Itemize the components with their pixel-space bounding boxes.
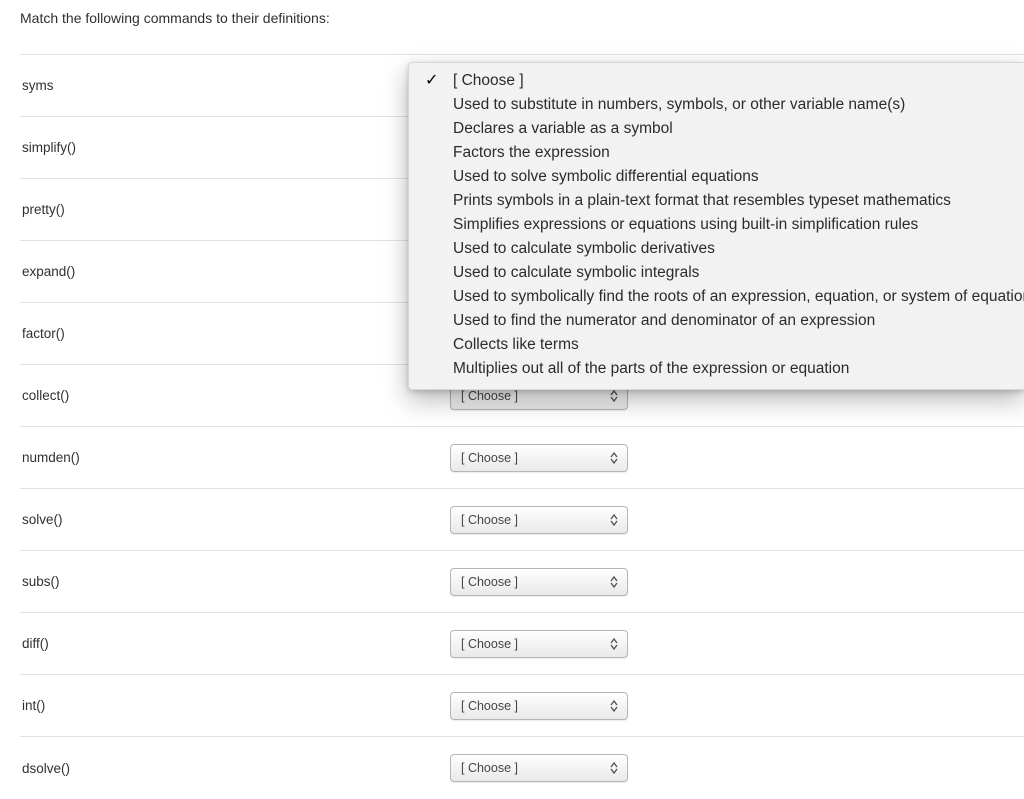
updown-icon xyxy=(608,511,619,529)
dropdown-option[interactable]: Simplifies expressions or equations usin… xyxy=(409,213,1024,237)
dropdown-option[interactable]: Used to find the numerator and denominat… xyxy=(409,309,1024,333)
dropdown-option[interactable]: Collects like terms xyxy=(409,333,1024,357)
check-icon: ✓ xyxy=(425,71,438,91)
term-label: dsolve() xyxy=(20,761,450,776)
match-row: int() [ Choose ] xyxy=(20,675,1024,737)
term-label: expand() xyxy=(20,264,450,279)
dropdown-option-label: Simplifies expressions or equations usin… xyxy=(453,216,918,233)
dropdown-option-label: [ Choose ] xyxy=(453,72,524,89)
dropdown-option-label: Multiplies out all of the parts of the e… xyxy=(453,360,849,377)
dropdown-option-label: Declares a variable as a symbol xyxy=(453,120,673,137)
choose-select[interactable]: [ Choose ] xyxy=(450,506,628,534)
term-label: subs() xyxy=(20,574,450,589)
updown-icon xyxy=(608,449,619,467)
term-label: syms xyxy=(20,78,450,93)
choose-select-label: [ Choose ] xyxy=(461,575,608,589)
dropdown-option-label: Used to symbolically find the roots of a… xyxy=(453,288,1024,305)
dropdown-option[interactable]: Prints symbols in a plain-text format th… xyxy=(409,189,1024,213)
updown-icon xyxy=(608,697,619,715)
choose-select-label: [ Choose ] xyxy=(461,761,608,775)
term-label: simplify() xyxy=(20,140,450,155)
updown-icon xyxy=(608,635,619,653)
match-row: subs() [ Choose ] xyxy=(20,551,1024,613)
question-text: Match the following commands to their de… xyxy=(20,10,1024,26)
choose-select-label: [ Choose ] xyxy=(461,389,608,403)
dropdown-option-label: Used to solve symbolic differential equa… xyxy=(453,168,759,185)
term-label: numden() xyxy=(20,450,450,465)
match-row: numden() [ Choose ] xyxy=(20,427,1024,489)
choose-select-label: [ Choose ] xyxy=(461,451,608,465)
dropdown-option-label: Used to calculate symbolic derivatives xyxy=(453,240,715,257)
term-label: collect() xyxy=(20,388,450,403)
dropdown-option[interactable]: Used to calculate symbolic derivatives xyxy=(409,237,1024,261)
choose-select[interactable]: [ Choose ] xyxy=(450,692,628,720)
dropdown-option[interactable]: ✓ [ Choose ] xyxy=(409,69,1024,93)
term-label: solve() xyxy=(20,512,450,527)
dropdown-option-label: Used to calculate symbolic integrals xyxy=(453,264,699,281)
choose-select[interactable]: [ Choose ] xyxy=(450,754,628,782)
dropdown-option[interactable]: Used to calculate symbolic integrals xyxy=(409,261,1024,285)
match-row: solve() [ Choose ] xyxy=(20,489,1024,551)
dropdown-option[interactable]: Used to symbolically find the roots of a… xyxy=(409,285,1024,309)
dropdown-option[interactable]: Used to solve symbolic differential equa… xyxy=(409,165,1024,189)
choose-select-label: [ Choose ] xyxy=(461,637,608,651)
dropdown-option-label: Collects like terms xyxy=(453,336,579,353)
dropdown-option[interactable]: Declares a variable as a symbol xyxy=(409,117,1024,141)
updown-icon xyxy=(608,759,619,777)
dropdown-option[interactable]: Multiplies out all of the parts of the e… xyxy=(409,357,1024,381)
choose-select[interactable]: [ Choose ] xyxy=(450,444,628,472)
choose-select-label: [ Choose ] xyxy=(461,513,608,527)
dropdown-option[interactable]: Used to substitute in numbers, symbols, … xyxy=(409,93,1024,117)
dropdown-option-label: Used to find the numerator and denominat… xyxy=(453,312,875,329)
match-row: diff() [ Choose ] xyxy=(20,613,1024,675)
choose-select-label: [ Choose ] xyxy=(461,699,608,713)
match-row: dsolve() [ Choose ] xyxy=(20,737,1024,799)
term-label: factor() xyxy=(20,326,450,341)
dropdown-option-label: Used to substitute in numbers, symbols, … xyxy=(453,96,905,113)
choose-select[interactable]: [ Choose ] xyxy=(450,630,628,658)
updown-icon xyxy=(608,573,619,591)
term-label: diff() xyxy=(20,636,450,651)
term-label: int() xyxy=(20,698,450,713)
choose-select[interactable]: [ Choose ] xyxy=(450,568,628,596)
term-label: pretty() xyxy=(20,202,450,217)
dropdown-option[interactable]: Factors the expression xyxy=(409,141,1024,165)
dropdown-option-label: Factors the expression xyxy=(453,144,610,161)
choose-dropdown[interactable]: ✓ [ Choose ] Used to substitute in numbe… xyxy=(408,62,1024,390)
dropdown-option-label: Prints symbols in a plain-text format th… xyxy=(453,192,951,209)
